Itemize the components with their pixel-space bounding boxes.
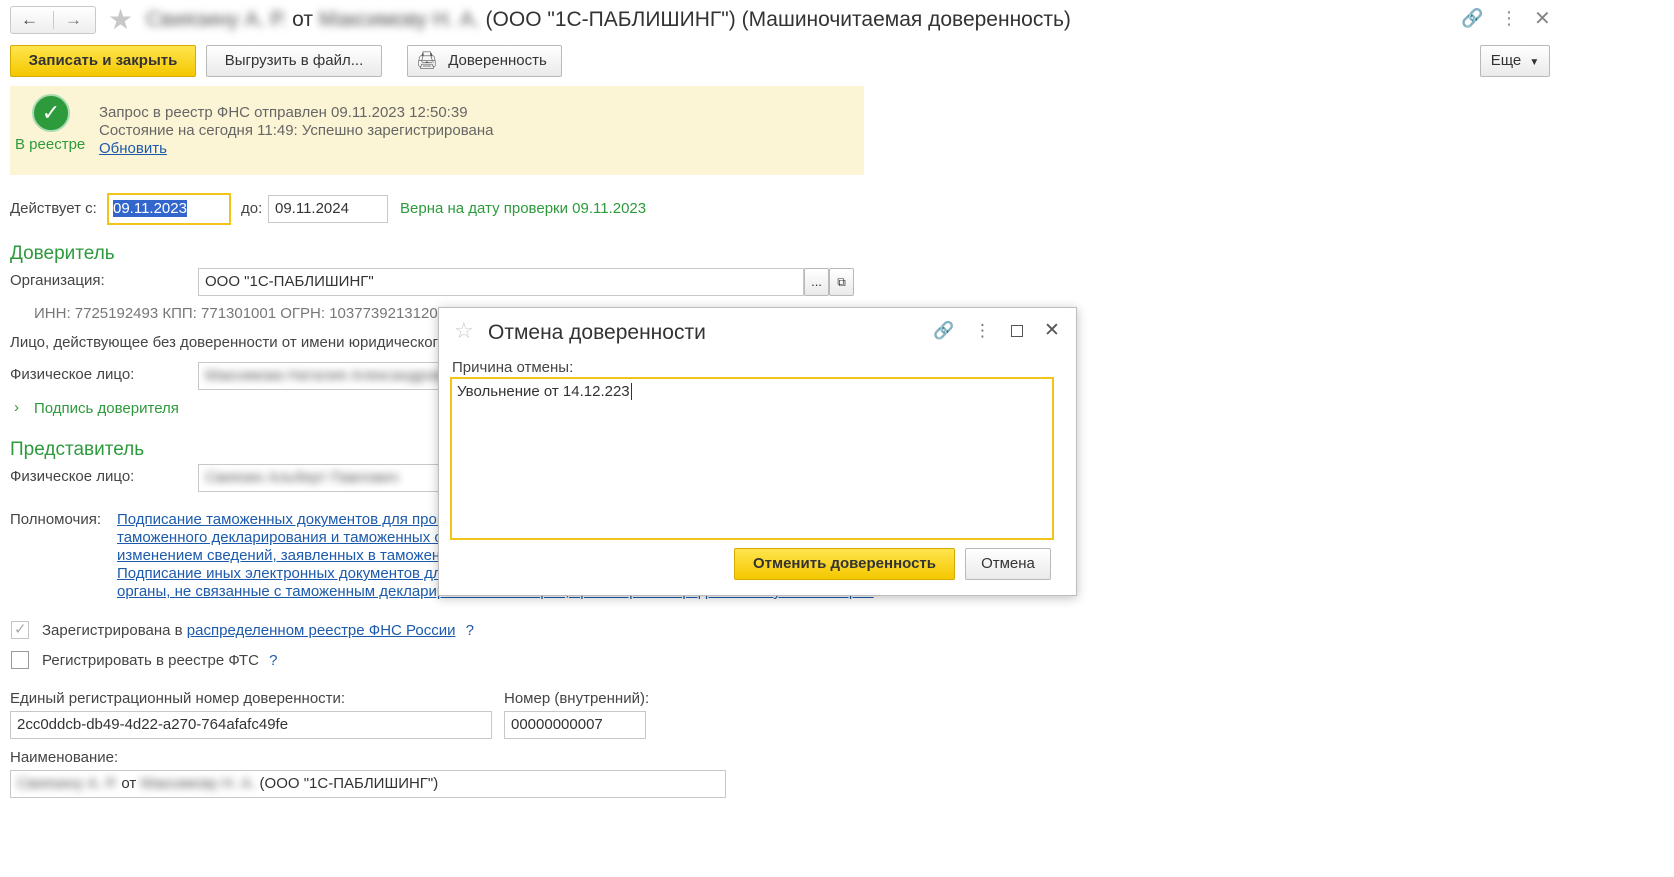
- dialog-favorite-star-icon[interactable]: ☆: [454, 318, 474, 344]
- representative-heading: Представитель: [10, 439, 145, 460]
- status-state-text: Состояние на сегодня 11:49: Успешно заре…: [99, 122, 494, 139]
- chevron-right-icon[interactable]: ›: [14, 399, 19, 416]
- register-fts-text: Регистрировать в реестре ФТС ?: [42, 652, 277, 669]
- help-icon[interactable]: ?: [466, 622, 474, 639]
- powers-label: Полномочия:: [10, 511, 101, 528]
- validity-check-text: Верна на дату проверки 09.11.2023: [400, 200, 647, 217]
- dialog-title: Отмена доверенности: [488, 321, 706, 344]
- registered-fns-text: Зарегистрирована в распределенном реестр…: [42, 622, 474, 639]
- forward-arrow-icon[interactable]: →: [65, 10, 82, 30]
- title-blurred-name-2: Максимову Н. А.: [318, 8, 480, 31]
- name-blurred-1: Свиязину А. Р.: [17, 775, 118, 792]
- representative-physical-value: Свиязин Альберт Павлович: [205, 469, 399, 486]
- more-label: Еще: [1490, 52, 1522, 69]
- registered-fns-prefix: Зарегистрирована в: [42, 622, 183, 639]
- registry-status-panel: ✓ В реестре Запрос в реестр ФНС отправле…: [10, 86, 864, 175]
- title-blurred-name: Свиязину А. Р.: [146, 8, 287, 31]
- organization-label: Организация:: [10, 272, 105, 289]
- close-window-icon[interactable]: ✕: [1534, 6, 1551, 31]
- principal-signature-toggle[interactable]: Подпись доверителя: [34, 400, 179, 417]
- person-without-poa-label: Лицо, действующее без доверенности от им…: [10, 334, 438, 351]
- more-menu-button[interactable]: Еще ▼: [1480, 45, 1550, 77]
- unr-label: Единый регистрационный номер доверенност…: [10, 690, 346, 707]
- valid-to-label: до:: [241, 200, 263, 217]
- name-label: Наименование:: [10, 749, 119, 766]
- nav-back-forward: ← →: [10, 6, 96, 34]
- name-field[interactable]: Свиязину А. Р. от Максимову Н. А. (ООО "…: [10, 770, 726, 798]
- internal-number-label: Номер (внутренний):: [504, 690, 650, 707]
- name-from: от: [121, 775, 137, 792]
- reason-value: Увольнение от 14.12.223: [457, 383, 630, 400]
- registered-fns-checkbox[interactable]: ✓: [11, 621, 29, 639]
- valid-to-field[interactable]: 09.11.2024: [268, 195, 388, 223]
- title-from: от: [292, 8, 313, 31]
- name-blurred-2: Максимову Н. А.: [140, 775, 256, 792]
- cancel-poa-dialog: ☆ Отмена доверенности 🔗 ⋮ ✕ Причина отме…: [438, 307, 1077, 596]
- reason-textarea[interactable]: Увольнение от 14.12.223: [450, 377, 1054, 540]
- organization-open-button[interactable]: ⧉: [829, 268, 854, 296]
- reason-label: Причина отмены:: [452, 359, 574, 376]
- printer-icon: 🖨: [416, 51, 438, 70]
- representative-physical-field[interactable]: Свиязин Альберт Павлович: [198, 464, 458, 492]
- unr-field[interactable]: 2cc0ddcb-db49-4d22-a270-764afafc49fe: [10, 711, 492, 739]
- dialog-kebab-icon[interactable]: ⋮: [974, 321, 991, 341]
- distributed-registry-link[interactable]: распределенном реестре ФНС России: [187, 622, 456, 639]
- save-and-close-button[interactable]: Записать и закрыть: [10, 45, 196, 77]
- name-rest: (ООО "1С-ПАБЛИШИНГ"): [259, 775, 439, 792]
- register-fts-checkbox[interactable]: [11, 651, 29, 669]
- favorite-star-icon[interactable]: ★: [108, 3, 133, 36]
- organization-details: ИНН: 7725192493 КПП: 771301001 ОГРН: 103…: [34, 305, 438, 322]
- principal-physical-label: Физическое лицо:: [10, 366, 135, 383]
- dialog-cancel-button[interactable]: Отмена: [965, 548, 1051, 580]
- principal-physical-value: Максимова Наталия Александровна: [205, 367, 458, 384]
- nav-divider: [53, 11, 54, 29]
- export-to-file-button[interactable]: Выгрузить в файл...: [206, 45, 382, 77]
- status-sent-text: Запрос в реестр ФНС отправлен 09.11.2023…: [99, 104, 468, 121]
- open-window-icon: ⧉: [837, 275, 846, 289]
- back-arrow-icon[interactable]: ←: [21, 10, 38, 30]
- confirm-cancel-poa-button[interactable]: Отменить доверенность: [734, 548, 955, 580]
- valid-from-label: Действует с:: [10, 200, 97, 217]
- registry-status-label: В реестре: [15, 136, 86, 153]
- title-rest: (ООО "1С-ПАБЛИШИНГ") (Машиночитаемая дов…: [485, 8, 1071, 31]
- refresh-link[interactable]: Обновить: [99, 140, 167, 157]
- power-of-attorney-print-button[interactable]: 🖨 Доверенность: [407, 45, 562, 77]
- window-title: Свиязину А. Р. от Максимову Н. А. (ООО "…: [146, 8, 1071, 32]
- valid-from-field[interactable]: 09.11.2023: [107, 193, 231, 225]
- valid-from-value: 09.11.2023: [113, 200, 187, 217]
- register-fts-label: Регистрировать в реестре ФТС: [42, 652, 259, 669]
- organization-select-button[interactable]: ...: [804, 268, 829, 296]
- principal-physical-field[interactable]: Максимова Наталия Александровна: [198, 362, 458, 390]
- dialog-maximize-icon[interactable]: [1011, 325, 1023, 337]
- text-cursor: [630, 383, 632, 400]
- check-circle-icon: ✓: [32, 94, 70, 132]
- internal-number-field[interactable]: 00000000007: [504, 711, 646, 739]
- chevron-down-icon: ▼: [1529, 57, 1540, 68]
- checkmark-icon: ✓: [14, 621, 27, 638]
- help-icon[interactable]: ?: [269, 652, 277, 669]
- representative-physical-label: Физическое лицо:: [10, 468, 135, 485]
- organization-field[interactable]: ООО "1С-ПАБЛИШИНГ": [198, 268, 804, 296]
- link-icon[interactable]: 🔗: [1461, 8, 1483, 29]
- dialog-link-icon[interactable]: 🔗: [933, 321, 954, 341]
- kebab-menu-icon[interactable]: ⋮: [1500, 8, 1518, 29]
- dialog-close-icon[interactable]: ✕: [1044, 319, 1060, 342]
- principal-heading: Доверитель: [10, 243, 115, 264]
- power-of-attorney-label: Доверенность: [448, 52, 547, 69]
